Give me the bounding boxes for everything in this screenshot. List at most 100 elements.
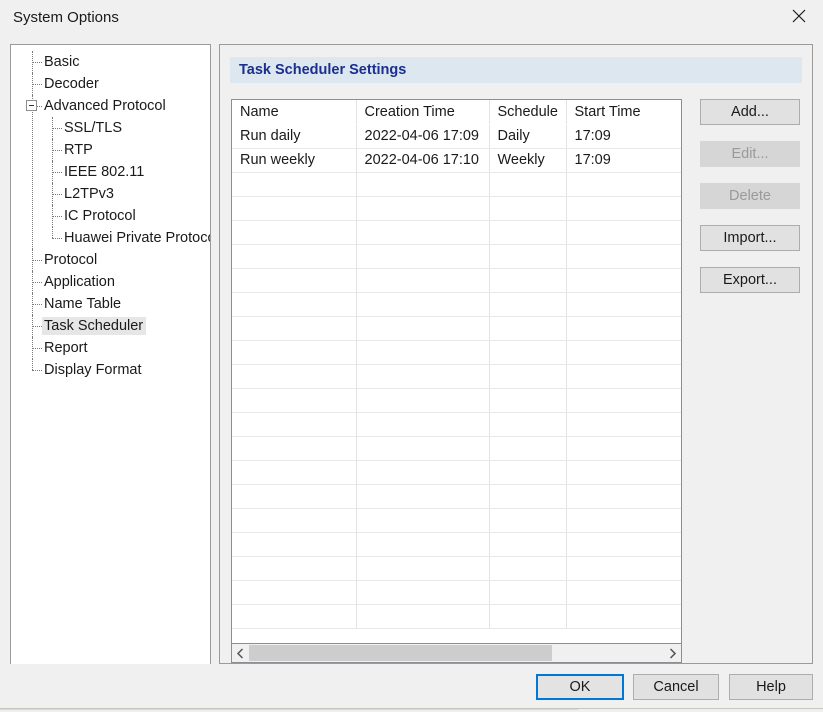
- table-row-empty[interactable]: [232, 484, 681, 509]
- table-row-empty[interactable]: [232, 244, 681, 269]
- tree-item-ssl-tls[interactable]: SSL/TLS: [11, 117, 210, 139]
- column-header-name[interactable]: Name: [232, 100, 357, 125]
- system-options-dialog: System Options Basic Decoder Advanced Prot…: [0, 0, 823, 712]
- tree-item-label: Advanced Protocol: [44, 98, 166, 114]
- table-cell-empty: [489, 580, 567, 605]
- cancel-button[interactable]: Cancel: [633, 674, 719, 700]
- tree-connector-dash: [32, 326, 42, 327]
- table-cell-empty: [489, 484, 567, 509]
- table-cell-empty: [232, 388, 357, 413]
- table-cell: Run weekly: [232, 148, 357, 173]
- tree-item-display-format[interactable]: Display Format: [11, 359, 210, 381]
- tree-item-basic[interactable]: Basic: [11, 51, 210, 73]
- delete-button: Delete: [700, 183, 800, 209]
- table-row[interactable]: Run daily 2022-04-06 17:09 Daily 17:09: [232, 124, 681, 149]
- table-cell-empty: [566, 460, 681, 485]
- column-header-start-time[interactable]: Start Time: [566, 100, 681, 125]
- tree-item-ic-protocol[interactable]: IC Protocol: [11, 205, 210, 227]
- table-row-empty[interactable]: [232, 580, 681, 605]
- tree-item-decoder[interactable]: Decoder: [11, 73, 210, 95]
- tree-item-label: SSL/TLS: [64, 120, 123, 136]
- tree-item-huawei-private-protoco[interactable]: Huawei Private Protoco: [11, 227, 210, 249]
- table-row-empty[interactable]: [232, 172, 681, 197]
- task-action-buttons: Add... Edit... Delete Import... Export...: [700, 99, 801, 309]
- table-cell-empty: [232, 412, 357, 437]
- table-cell: 2022-04-06 17:10: [356, 148, 490, 173]
- scrollbar-track[interactable]: [249, 644, 664, 662]
- tree-connector-dash: [32, 348, 42, 349]
- settings-tree-panel[interactable]: Basic Decoder Advanced Protocol SSL/TLS RTP I…: [10, 44, 211, 666]
- close-icon[interactable]: [775, 0, 823, 32]
- scrollbar-thumb[interactable]: [249, 645, 552, 661]
- table-row-empty[interactable]: [232, 436, 681, 461]
- table-cell-empty: [566, 220, 681, 245]
- table-header-row: Name Creation Time Schedule Start Time: [232, 100, 681, 125]
- tree-item-label: Task Scheduler: [42, 317, 147, 335]
- table-cell-empty: [566, 388, 681, 413]
- tree-item-report[interactable]: Report: [11, 337, 210, 359]
- tree-item-label: Decoder: [44, 76, 99, 92]
- table-row-empty[interactable]: [232, 388, 681, 413]
- table-row-empty[interactable]: [232, 460, 681, 485]
- chevron-right-icon[interactable]: [664, 644, 681, 662]
- table-cell-empty: [356, 556, 490, 581]
- table-cell-empty: [232, 292, 357, 317]
- tree-item-task-scheduler[interactable]: Task Scheduler: [11, 315, 210, 337]
- column-header-creation-time[interactable]: Creation Time: [356, 100, 490, 125]
- table-cell-empty: [232, 364, 357, 389]
- tree-connector-dash: [52, 216, 62, 217]
- task-list-table[interactable]: Name Creation Time Schedule Start Time R…: [231, 99, 682, 644]
- table-row-empty[interactable]: [232, 316, 681, 341]
- settings-content-panel: Task Scheduler Settings Name Creation Ti…: [219, 44, 813, 664]
- table-cell-empty: [356, 412, 490, 437]
- table-cell: 17:09: [566, 148, 681, 173]
- help-button[interactable]: Help: [729, 674, 813, 700]
- table-row-empty[interactable]: [232, 292, 681, 317]
- tree-item-l2tpv3[interactable]: L2TPv3: [11, 183, 210, 205]
- table-row-empty[interactable]: [232, 364, 681, 389]
- tree-item-rtp[interactable]: RTP: [11, 139, 210, 161]
- tree-connector-dash: [32, 260, 42, 261]
- import-button[interactable]: Import...: [700, 225, 800, 251]
- table-cell-empty: [566, 532, 681, 557]
- table-row[interactable]: Run weekly 2022-04-06 17:10 Weekly 17:09: [232, 148, 681, 173]
- tree-item-ieee-802-11[interactable]: IEEE 802.11: [11, 161, 210, 183]
- table-row-empty[interactable]: [232, 508, 681, 533]
- table-cell-empty: [356, 268, 490, 293]
- table-row-empty[interactable]: [232, 556, 681, 581]
- table-row-empty[interactable]: [232, 532, 681, 557]
- table-cell-empty: [356, 580, 490, 605]
- ok-button[interactable]: OK: [536, 674, 624, 700]
- tree-connector-dash: [52, 128, 62, 129]
- table-cell-empty: [232, 172, 357, 197]
- add-button[interactable]: Add...: [700, 99, 800, 125]
- tree-connector-dash: [52, 194, 62, 195]
- export-button[interactable]: Export...: [700, 267, 800, 293]
- tree-item-protocol[interactable]: Protocol: [11, 249, 210, 271]
- table-horizontal-scrollbar[interactable]: [231, 644, 682, 663]
- table-cell-empty: [566, 556, 681, 581]
- tree-item-name-table[interactable]: Name Table: [11, 293, 210, 315]
- tree-expander-minus-icon[interactable]: [26, 100, 37, 111]
- table-cell-empty: [356, 364, 490, 389]
- table-row-empty[interactable]: [232, 340, 681, 365]
- table-row-empty[interactable]: [232, 604, 681, 629]
- table-cell-empty: [232, 316, 357, 341]
- table-cell-empty: [356, 316, 490, 341]
- table-cell-empty: [489, 268, 567, 293]
- section-title: Task Scheduler Settings: [239, 62, 407, 78]
- table-cell-empty: [566, 316, 681, 341]
- table-row-empty[interactable]: [232, 412, 681, 437]
- tree-item-application[interactable]: Application: [11, 271, 210, 293]
- tree-item-label: IEEE 802.11: [64, 164, 145, 180]
- chevron-left-icon[interactable]: [232, 644, 249, 662]
- tree-item-label: Basic: [44, 54, 80, 70]
- tree-item-advanced-protocol[interactable]: Advanced Protocol: [11, 95, 210, 117]
- table-row-empty[interactable]: [232, 220, 681, 245]
- table-cell-empty: [232, 556, 357, 581]
- table-row-empty[interactable]: [232, 196, 681, 221]
- column-header-schedule[interactable]: Schedule: [489, 100, 567, 125]
- table-cell-empty: [356, 220, 490, 245]
- table-cell-empty: [356, 460, 490, 485]
- table-row-empty[interactable]: [232, 268, 681, 293]
